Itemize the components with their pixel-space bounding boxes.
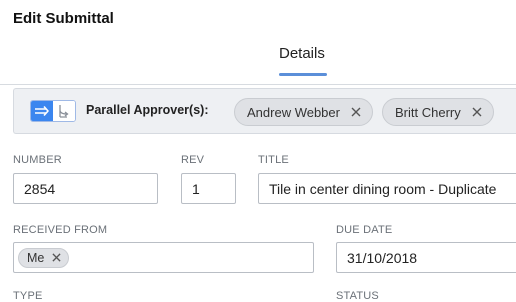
status-label: STATUS: [336, 290, 379, 302]
title-input[interactable]: Tile in center dining room - Duplicate: [258, 173, 516, 204]
received-from-tag: Me: [18, 247, 70, 268]
type-label: TYPE: [13, 290, 43, 302]
received-from-label: RECEIVED FROM: [13, 224, 108, 236]
sequential-mode-icon[interactable]: [53, 101, 75, 121]
due-date-input[interactable]: 31/10/2018: [336, 242, 516, 273]
approver-chip-label: Andrew Webber: [247, 104, 340, 120]
approver-label: Parallel Approver(s):: [86, 103, 209, 117]
received-from-input[interactable]: Me: [13, 242, 314, 273]
rev-input[interactable]: 1: [181, 173, 236, 204]
approver-bar: Parallel Approver(s): Andrew Webber Brit…: [13, 88, 516, 134]
parallel-mode-icon[interactable]: [31, 101, 53, 121]
page-title: Edit Submittal: [13, 10, 114, 27]
number-label: NUMBER: [13, 154, 62, 166]
tab-details[interactable]: Details: [279, 45, 325, 62]
received-from-tag-label: Me: [27, 250, 45, 265]
remove-approver-icon[interactable]: [469, 104, 485, 120]
title-label: TITLE: [258, 154, 289, 166]
remove-approver-icon[interactable]: [348, 104, 364, 120]
due-date-label: DUE DATE: [336, 224, 393, 236]
tab-active-indicator: [279, 73, 327, 76]
approver-chip: Andrew Webber: [234, 98, 373, 126]
approver-chip: Britt Cherry: [382, 98, 494, 126]
approver-chip-label: Britt Cherry: [395, 104, 461, 120]
number-input[interactable]: 2854: [13, 173, 158, 204]
rev-label: REV: [181, 154, 205, 166]
tab-divider: [0, 84, 516, 85]
approval-mode-toggle[interactable]: [30, 100, 76, 122]
remove-tag-icon[interactable]: [50, 252, 62, 264]
